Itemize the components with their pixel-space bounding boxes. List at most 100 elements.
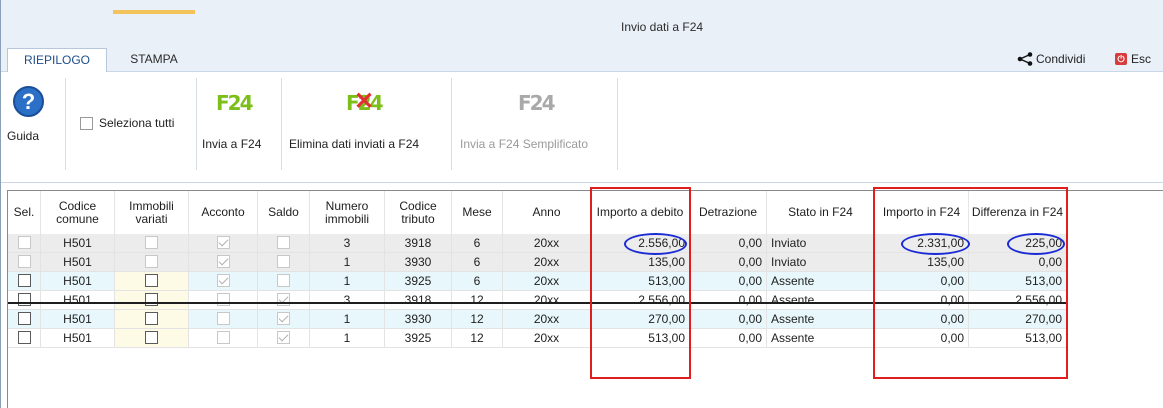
- cell-saldo[interactable]: [258, 329, 310, 348]
- cell-detrazione[interactable]: 0,00: [690, 310, 767, 329]
- exit-button[interactable]: ⏻ Esc: [1115, 52, 1151, 66]
- cell-mese[interactable]: 12: [452, 329, 503, 348]
- cell-immobili[interactable]: [115, 272, 189, 291]
- column-header-stato[interactable]: Stato in F24: [767, 191, 875, 234]
- cell-numero[interactable]: 1: [310, 253, 385, 272]
- tab-stampa[interactable]: STAMPA: [113, 48, 195, 73]
- tab-riepilogo[interactable]: RIEPILOGO: [7, 48, 107, 73]
- guida-button-label[interactable]: Guida: [7, 129, 39, 143]
- cell-mese[interactable]: 6: [452, 272, 503, 291]
- cell-tributo[interactable]: 3925: [385, 329, 452, 348]
- cell-detrazione[interactable]: 0,00: [690, 291, 767, 310]
- cell-stato[interactable]: Assente: [767, 310, 875, 329]
- cell-acconto[interactable]: [189, 291, 258, 310]
- cell-saldo[interactable]: [258, 253, 310, 272]
- checkbox-saldo[interactable]: [277, 274, 290, 288]
- cell-sel[interactable]: [8, 329, 41, 348]
- checkbox-acconto[interactable]: [216, 293, 230, 307]
- cell-numero[interactable]: 1: [310, 329, 385, 348]
- cell-immobili[interactable]: [115, 253, 189, 272]
- invia-f24-button[interactable]: Invia a F24: [202, 137, 261, 151]
- checkbox-acconto[interactable]: [216, 312, 230, 326]
- cell-detrazione[interactable]: 0,00: [690, 253, 767, 272]
- column-header-anno[interactable]: Anno: [503, 191, 591, 234]
- column-header-codice[interactable]: Codice comune: [41, 191, 115, 234]
- column-header-saldo[interactable]: Saldo: [258, 191, 310, 234]
- cell-sel[interactable]: [8, 253, 41, 272]
- cell-acconto[interactable]: [189, 234, 258, 253]
- cell-codice[interactable]: H501: [41, 310, 115, 329]
- cell-sel[interactable]: [8, 234, 41, 253]
- f24-icon[interactable]: F24: [216, 91, 253, 115]
- cell-stato[interactable]: Inviato: [767, 234, 875, 253]
- cell-anno[interactable]: 20xx: [503, 272, 591, 291]
- cell-codice[interactable]: H501: [41, 272, 115, 291]
- column-header-numero[interactable]: Numero immobili: [310, 191, 385, 234]
- cell-tributo[interactable]: 3918: [385, 234, 452, 253]
- cell-detrazione[interactable]: 0,00: [690, 329, 767, 348]
- cell-anno[interactable]: 20xx: [503, 329, 591, 348]
- column-header-mese[interactable]: Mese: [452, 191, 503, 234]
- checkbox-immobili[interactable]: [145, 255, 158, 269]
- cell-stato[interactable]: Assente: [767, 329, 875, 348]
- checkbox-immobili[interactable]: [145, 331, 158, 345]
- checkbox-immobili[interactable]: [145, 293, 158, 307]
- cell-anno[interactable]: 20xx: [503, 310, 591, 329]
- share-button[interactable]: Condividi: [1017, 52, 1085, 66]
- cell-sel[interactable]: [8, 291, 41, 310]
- cell-codice[interactable]: H501: [41, 291, 115, 310]
- cell-immobili[interactable]: [115, 310, 189, 329]
- cell-detrazione[interactable]: 0,00: [690, 234, 767, 253]
- column-header-sel[interactable]: Sel.: [8, 191, 41, 234]
- checkbox-saldo[interactable]: [277, 236, 290, 250]
- checkbox-icon[interactable]: [80, 116, 93, 130]
- cell-mese[interactable]: 12: [452, 310, 503, 329]
- checkbox-sel[interactable]: [17, 236, 31, 250]
- cell-sel[interactable]: [8, 310, 41, 329]
- checkbox-saldo[interactable]: [277, 255, 290, 269]
- checkbox-acconto[interactable]: [216, 274, 230, 288]
- cell-anno[interactable]: 20xx: [503, 253, 591, 272]
- checkbox-saldo[interactable]: [277, 312, 290, 326]
- checkbox-sel[interactable]: [17, 331, 31, 345]
- cell-tributo[interactable]: 3930: [385, 310, 452, 329]
- cell-tributo[interactable]: 3930: [385, 253, 452, 272]
- cell-anno[interactable]: 20xx: [503, 234, 591, 253]
- checkbox-immobili[interactable]: [145, 274, 158, 288]
- cell-stato[interactable]: Assente: [767, 291, 875, 310]
- checkbox-acconto[interactable]: [216, 236, 230, 250]
- checkbox-sel[interactable]: [17, 312, 31, 326]
- column-header-acconto[interactable]: Acconto: [189, 191, 258, 234]
- cell-mese[interactable]: 6: [452, 234, 503, 253]
- cell-codice[interactable]: H501: [41, 329, 115, 348]
- checkbox-sel[interactable]: [17, 274, 31, 288]
- cell-saldo[interactable]: [258, 272, 310, 291]
- cell-saldo[interactable]: [258, 234, 310, 253]
- cell-tributo[interactable]: 3918: [385, 291, 452, 310]
- cell-acconto[interactable]: [189, 253, 258, 272]
- column-header-tributo[interactable]: Codice tributo: [385, 191, 452, 234]
- cell-codice[interactable]: H501: [41, 253, 115, 272]
- elimina-dati-button[interactable]: Elimina dati inviati a F24: [289, 137, 419, 151]
- cell-stato[interactable]: Inviato: [767, 253, 875, 272]
- cell-saldo[interactable]: [258, 310, 310, 329]
- cell-numero[interactable]: 3: [310, 291, 385, 310]
- cell-tributo[interactable]: 3925: [385, 272, 452, 291]
- checkbox-sel[interactable]: [17, 255, 31, 269]
- checkbox-acconto[interactable]: [216, 255, 230, 269]
- cell-stato[interactable]: Assente: [767, 272, 875, 291]
- cell-anno[interactable]: 20xx: [503, 291, 591, 310]
- cell-immobili[interactable]: [115, 329, 189, 348]
- column-header-detrazione[interactable]: Detrazione: [690, 191, 767, 234]
- cell-detrazione[interactable]: 0,00: [690, 272, 767, 291]
- cell-acconto[interactable]: [189, 310, 258, 329]
- checkbox-saldo[interactable]: [277, 331, 290, 345]
- cell-mese[interactable]: 6: [452, 253, 503, 272]
- cell-mese[interactable]: 12: [452, 291, 503, 310]
- checkbox-immobili[interactable]: [145, 236, 158, 250]
- checkbox-immobili[interactable]: [145, 312, 158, 326]
- checkbox-acconto[interactable]: [216, 331, 230, 345]
- cell-acconto[interactable]: [189, 272, 258, 291]
- checkbox-sel[interactable]: [17, 293, 31, 307]
- cell-saldo[interactable]: [258, 291, 310, 310]
